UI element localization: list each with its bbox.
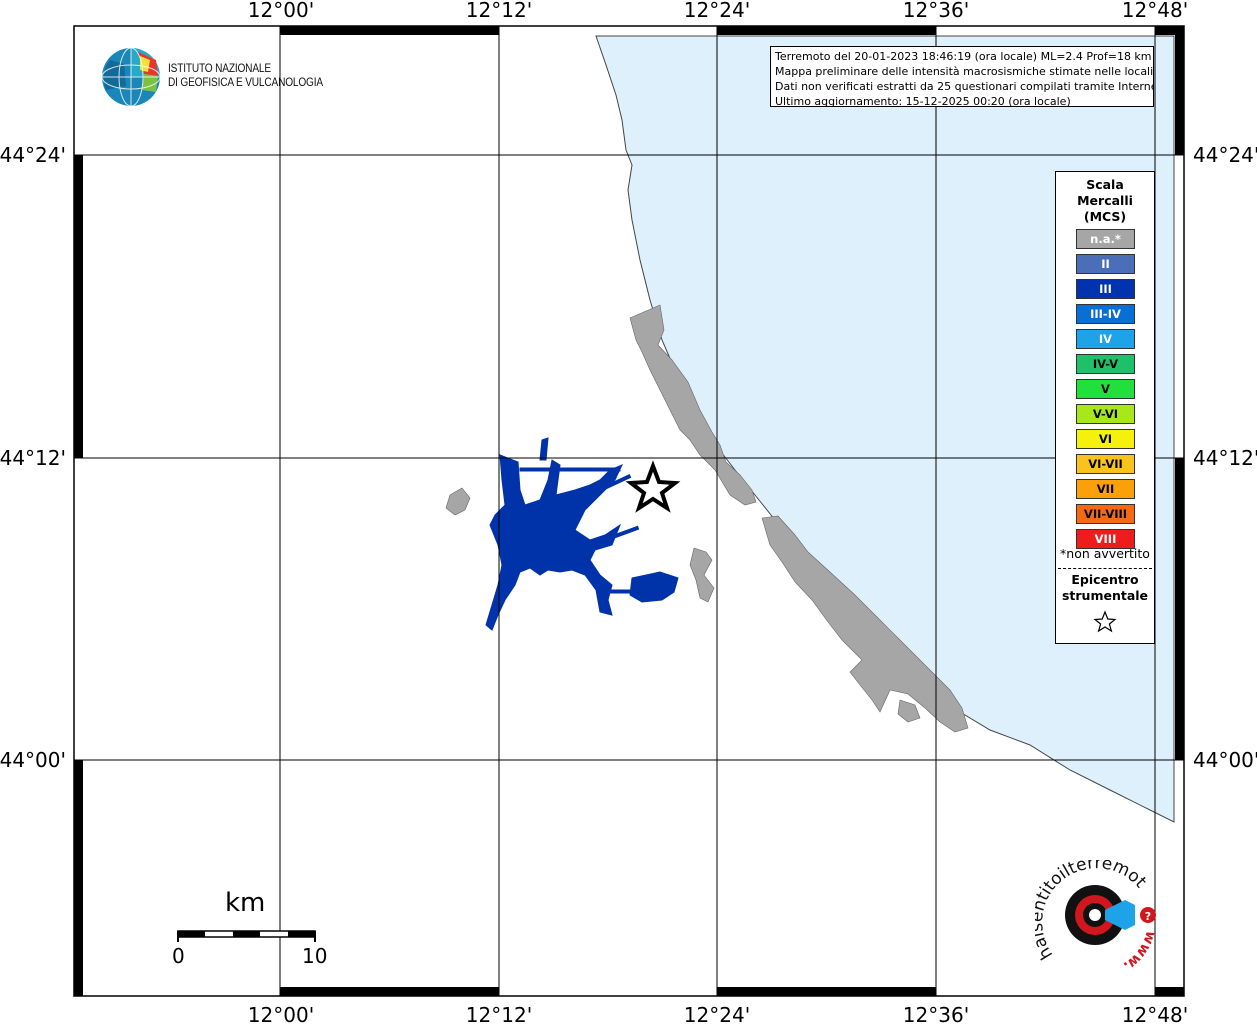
info-line-3: Dati non verificati estratti da 25 quest… bbox=[775, 80, 1154, 93]
legend-swatch-vi: VI bbox=[1076, 429, 1135, 449]
legend-separator bbox=[1058, 568, 1152, 569]
epicenter-title-line: Epicentro bbox=[1071, 572, 1139, 587]
scale-unit-label: km bbox=[225, 888, 266, 918]
legend-swatch-vii: VII bbox=[1076, 479, 1135, 499]
lon-tick-top: 12°12' bbox=[466, 0, 532, 22]
haisentito-logo: haisentitoilterremoto.it www. ? bbox=[1027, 845, 1165, 990]
legend-epicenter-title: Epicentro strumentale bbox=[1056, 572, 1154, 604]
lon-tick-top: 12°00' bbox=[248, 0, 314, 22]
lat-tick-right: 44°24' bbox=[1193, 143, 1257, 167]
legend-swatch-ii: II bbox=[1076, 254, 1135, 274]
lon-tick-top: 12°24' bbox=[684, 0, 750, 22]
legend-title: Scala Mercalli (MCS) bbox=[1056, 177, 1154, 225]
lon-tick-bottom: 12°24' bbox=[684, 1003, 750, 1024]
ingv-logo-text: ISTITUTO NAZIONALE DI GEOFISICA E VULCAN… bbox=[168, 62, 323, 90]
legend-swatch-iv: IV bbox=[1076, 329, 1135, 349]
mcs-legend: Scala Mercalli (MCS) n.a.* II III III-IV… bbox=[1055, 171, 1155, 644]
ingv-logo: ISTITUTO NAZIONALE DI GEOFISICA E VULCAN… bbox=[100, 46, 330, 112]
legend-swatch-na: n.a.* bbox=[1076, 229, 1135, 249]
legend-note: *non avvertito bbox=[1060, 546, 1150, 561]
info-line-1: Terremoto del 20-01-2023 18:46:19 (ora l… bbox=[775, 50, 1152, 63]
lon-tick-bottom: 12°36' bbox=[903, 1003, 969, 1024]
legend-swatch-iii: III bbox=[1076, 279, 1135, 299]
legend-swatch-iii-iv: III-IV bbox=[1076, 304, 1135, 324]
globe-logo-icon bbox=[101, 47, 161, 107]
epicenter-title-line: strumentale bbox=[1061, 588, 1149, 603]
lon-tick-top: 12°36' bbox=[903, 0, 969, 22]
info-line-2: Mappa preliminare delle intensità macros… bbox=[775, 65, 1154, 78]
lat-tick-right: 44°00' bbox=[1193, 748, 1257, 772]
legend-title-line: Mercalli bbox=[1077, 193, 1133, 208]
lon-tick-top: 12°48' bbox=[1122, 0, 1188, 22]
legend-title-line: (MCS) bbox=[1083, 209, 1127, 224]
legend-swatch-v-vi: V-VI bbox=[1076, 404, 1135, 424]
legend-swatch-vi-vii: VI-VII bbox=[1076, 454, 1135, 474]
legend-swatch-iv-v: IV-V bbox=[1076, 354, 1135, 374]
lat-tick-right: 44°12' bbox=[1193, 446, 1257, 470]
scale-min-label: 0 bbox=[172, 944, 185, 968]
haisentito-www-text: www. bbox=[1120, 929, 1158, 974]
lat-tick-left: 44°00' bbox=[0, 748, 66, 772]
lat-tick-left: 44°12' bbox=[0, 446, 66, 470]
lon-tick-bottom: 12°48' bbox=[1122, 1003, 1188, 1024]
info-line-4: Ultimo aggiornamento: 15-12-2025 00:20 (… bbox=[775, 95, 1071, 107]
legend-swatch-vii-viii: VII-VIII bbox=[1076, 504, 1135, 524]
haisentito-logo-icon: haisentitoilterremoto.it www. ? bbox=[1027, 845, 1159, 974]
legend-swatch-v: V bbox=[1076, 379, 1135, 399]
scale-max-label: 10 bbox=[302, 944, 328, 968]
svg-text:?: ? bbox=[1145, 910, 1151, 923]
lat-tick-left: 44°24' bbox=[0, 143, 66, 167]
event-info-box: Terremoto del 20-01-2023 18:46:19 (ora l… bbox=[770, 46, 1154, 107]
logo-line-2: DI GEOFISICA E VULCANOLOGIA bbox=[168, 77, 323, 89]
logo-line-1: ISTITUTO NAZIONALE bbox=[168, 63, 271, 75]
legend-star-icon bbox=[1093, 610, 1117, 633]
lon-tick-bottom: 12°00' bbox=[248, 1003, 314, 1024]
legend-title-line: Scala bbox=[1086, 177, 1124, 192]
lon-tick-bottom: 12°12' bbox=[466, 1003, 532, 1024]
legend-swatches: n.a.* II III III-IV IV IV-V V V-VI VI VI… bbox=[1076, 229, 1135, 554]
